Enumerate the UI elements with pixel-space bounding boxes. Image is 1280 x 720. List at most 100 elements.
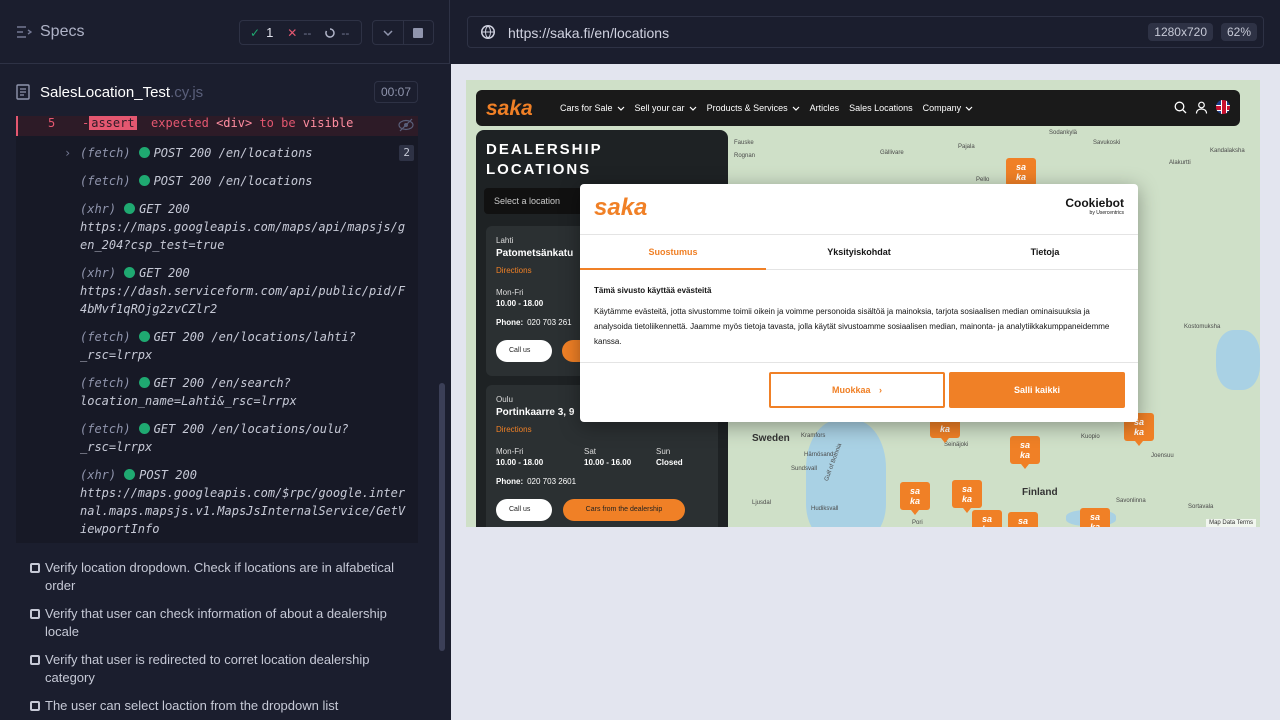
- phone-line: Phone: 020 703 2601: [496, 477, 576, 486]
- command-message: POST 200: [139, 468, 197, 482]
- status-dot: [138, 175, 150, 186]
- assert-tag: assert: [89, 116, 137, 130]
- test-item[interactable]: Verify that user can check information o…: [30, 605, 420, 641]
- command-row[interactable]: (xhr) GET 200 https://dash.serviceform.co…: [16, 264, 412, 318]
- viewport-size-badge[interactable]: 1280x720: [1148, 23, 1213, 41]
- user-icon[interactable]: [1195, 101, 1208, 114]
- map-city-label: Savukoski: [1093, 140, 1121, 146]
- call-us-button[interactable]: Call us: [496, 340, 552, 362]
- dealership-map-pin[interactable]: saka: [972, 510, 1002, 527]
- test-pending-checkbox-icon: [30, 701, 40, 711]
- main-nav: Cars for Sale Sell your car Products & S…: [560, 90, 983, 126]
- customize-label: Muokkaa: [831, 385, 871, 395]
- nav-label: Company: [922, 103, 962, 113]
- cookiebot-logo[interactable]: Cookiebot by Usercentrics: [1065, 196, 1124, 216]
- map-city-label: Pori: [912, 520, 923, 526]
- call-us-button[interactable]: Call us: [496, 499, 552, 521]
- stop-button[interactable]: [402, 21, 433, 44]
- nav-products-services[interactable]: Products & Services: [707, 103, 800, 113]
- status-dot: [138, 331, 150, 342]
- command-row[interactable]: (fetch) GET 200 /en/search? location_name…: [16, 374, 412, 410]
- directions-link[interactable]: Directions: [496, 266, 532, 275]
- failed-assert-command[interactable]: 5 - assert expected <div> to be visible: [16, 116, 418, 136]
- map-terms-link[interactable]: Terms: [1237, 520, 1253, 526]
- test-item[interactable]: Verify location dropdown. Check if locat…: [30, 559, 420, 595]
- chevron-down-icon: [383, 29, 393, 36]
- eye-slash-icon[interactable]: [398, 118, 414, 132]
- map-city-label: Härnösand: [804, 452, 834, 458]
- tab-details[interactable]: Yksityiskohdat: [766, 235, 952, 269]
- assert-visible: visible: [302, 116, 354, 130]
- toggle-options-button[interactable]: [373, 21, 403, 44]
- command-row[interactable]: (fetch) GET 200 /en/locations/lahti? _rsc…: [16, 328, 412, 364]
- directions-link[interactable]: Directions: [496, 425, 532, 434]
- hours-label: Mon-Fri: [496, 447, 524, 456]
- call-us-label: Call us: [509, 506, 531, 513]
- test-title: Verify that user is redirected to corret…: [45, 652, 370, 685]
- nav-articles[interactable]: Articles: [810, 103, 840, 113]
- customize-button[interactable]: Muokkaa ›: [769, 372, 945, 408]
- saka-logo: saka: [594, 196, 647, 218]
- sat-label: Sat: [584, 447, 597, 456]
- cookie-heading: Tämä sivusto käyttää evästeitä: [594, 286, 712, 295]
- map-city-label: Kuopio: [1081, 434, 1100, 440]
- dealership-map-pin[interactable]: saka: [1080, 508, 1110, 527]
- nav-cars-for-sale[interactable]: Cars for Sale: [560, 103, 625, 113]
- command-number: 5: [48, 116, 56, 130]
- search-icon[interactable]: [1174, 101, 1187, 114]
- allow-all-button[interactable]: Salli kaikki: [949, 372, 1125, 408]
- dealership-map-pin[interactable]: saka: [1010, 436, 1040, 469]
- spec-file-header: SalesLocation_Test.cy.js 00:07: [16, 78, 418, 106]
- test-item[interactable]: The user can select loaction from the dr…: [30, 697, 420, 715]
- map-attribution[interactable]: Map Data Terms: [1206, 519, 1256, 527]
- command-message: GET 200 /en/locations/oulu?: [153, 422, 349, 436]
- dealership-map-pin[interactable]: saka: [952, 480, 982, 513]
- dealership-map-pin[interactable]: saka: [900, 482, 930, 515]
- nav-company[interactable]: Company: [923, 103, 974, 113]
- aut-url[interactable]: https://saka.fi/en/locations: [508, 25, 669, 41]
- hours-value: 10.00 - 18.00: [496, 458, 544, 467]
- test-pending-checkbox-icon: [30, 563, 40, 573]
- command-message: GET 200: [139, 202, 190, 216]
- dealership-map-pin[interactable]: saka: [1008, 512, 1038, 527]
- aut-url-bar[interactable]: https://saka.fi/en/locations 1280x720 62…: [467, 16, 1264, 48]
- specs-list-icon[interactable]: [16, 24, 32, 40]
- sat-value: 10.00 - 16.00: [584, 458, 632, 467]
- failed-stat: ✕ --: [287, 26, 311, 40]
- command-row[interactable]: (xhr) GET 200 https://maps.googleapis.com…: [16, 200, 412, 254]
- reporter-scrollbar-thumb[interactable]: [439, 383, 445, 651]
- assert-element: <div>: [216, 116, 253, 130]
- nav-sell-your-car[interactable]: Sell your car: [635, 103, 697, 113]
- spec-file-name[interactable]: SalesLocation_Test.cy.js: [40, 84, 203, 101]
- zoom-badge: 62%: [1220, 23, 1257, 41]
- command-text: (fetch) POST 200 /en/locations: [16, 146, 313, 160]
- specs-label[interactable]: Specs: [40, 23, 84, 41]
- cars-from-dealership-button[interactable]: Cars from the dealership: [563, 499, 685, 521]
- command-row[interactable]: (fetch) GET 200 /en/locations/oulu? _rsc=…: [16, 420, 412, 456]
- uk-flag-icon[interactable]: [1216, 100, 1230, 114]
- map-data-link[interactable]: Map Data: [1209, 520, 1235, 526]
- map-city-label: Ljusdal: [752, 500, 772, 506]
- test-item[interactable]: Verify that user is redirected to corret…: [30, 651, 420, 687]
- tab-consent[interactable]: Suostumus: [580, 235, 766, 270]
- nav-sales-locations[interactable]: Sales Locations: [849, 103, 913, 113]
- run-controls: [372, 20, 434, 45]
- map-city-label: Fauske: [734, 140, 754, 146]
- command-row[interactable]: › (fetch) POST 200 /en/locations 2: [16, 144, 418, 162]
- map-city-label: Gällivare: [880, 150, 904, 156]
- chevron-right-icon[interactable]: ›: [64, 144, 71, 162]
- command-row[interactable]: (fetch) POST 200 /en/locations: [16, 172, 418, 190]
- chevron-down-icon: [689, 106, 696, 111]
- aut-header: https://saka.fi/en/locations 1280x720 62…: [451, 0, 1280, 64]
- phone-label: Phone:: [496, 477, 524, 486]
- command-kind: (fetch): [80, 422, 131, 436]
- map-city-label: Kostomuksha: [1184, 324, 1221, 330]
- test-title: The user can select loaction from the dr…: [45, 698, 339, 713]
- dealership-map-pin[interactable]: saka: [1006, 158, 1036, 191]
- status-dot: [124, 267, 136, 278]
- command-count-badge: 2: [399, 145, 414, 161]
- command-row[interactable]: (xhr) POST 200 https://maps.googleapis.co…: [16, 466, 412, 538]
- tab-about[interactable]: Tietoja: [952, 235, 1138, 269]
- saka-logo[interactable]: saka: [486, 97, 546, 119]
- failed-count: --: [303, 25, 312, 40]
